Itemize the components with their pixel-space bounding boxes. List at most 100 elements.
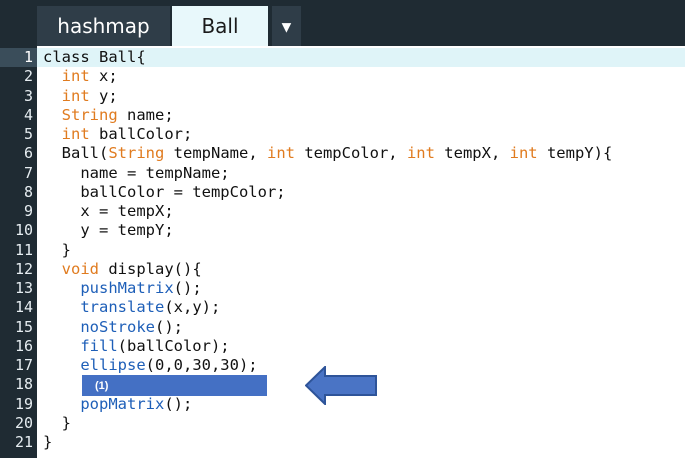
code-token: display(){ <box>99 259 202 278</box>
code-line[interactable]: 5 int ballColor; <box>0 125 685 144</box>
code-text: ellipse(0,0,30,30); <box>43 356 258 375</box>
code-token: x; <box>89 67 118 86</box>
code-token: tempName, <box>164 144 267 163</box>
code-token: tempX, <box>434 144 510 163</box>
code-text: class Ball{ <box>43 48 146 67</box>
code-text: translate(x,y); <box>43 298 220 317</box>
code-text: } <box>43 414 71 433</box>
function-token: popMatrix <box>80 394 165 413</box>
code-line[interactable]: 6 Ball(String tempName, int tempColor, i… <box>0 144 685 163</box>
code-token: y = tempY; <box>43 221 174 240</box>
code-line[interactable]: 3 int y; <box>0 87 685 106</box>
code-text: } <box>43 433 52 452</box>
keyword-token: int <box>61 67 90 86</box>
code-text: popMatrix(); <box>43 395 192 414</box>
keyword-token: int <box>406 144 435 163</box>
code-line[interactable]: 2 int x; <box>0 67 685 86</box>
line-number: 10 <box>14 221 33 240</box>
blank-marker-label: (1) <box>95 379 109 392</box>
code-token: } <box>43 433 53 451</box>
keyword-token: int <box>266 144 295 163</box>
line-number: 12 <box>14 259 33 278</box>
function-token: noStroke <box>80 317 155 336</box>
line-number: 4 <box>23 105 33 124</box>
code-line[interactable]: 14 translate(x,y); <box>0 298 685 317</box>
function-token: fill <box>80 336 118 355</box>
line-number: 19 <box>14 394 33 413</box>
code-line[interactable]: 16 fill(ballColor); <box>0 337 685 356</box>
code-token: Ball( <box>43 144 109 163</box>
code-token: x = tempX; <box>43 202 174 220</box>
code-line[interactable]: 9 x = tempX; <box>0 202 685 221</box>
code-token: tempY){ <box>537 144 613 163</box>
tab-ball[interactable]: Ball <box>172 6 268 46</box>
code-line[interactable]: 11 } <box>0 241 685 260</box>
code-text: name = tempName; <box>43 163 230 183</box>
keyword-token: int <box>61 125 90 143</box>
line-number: 7 <box>23 163 33 182</box>
tab-hashmap[interactable]: hashmap <box>37 6 170 46</box>
left-arrow-icon <box>305 366 377 405</box>
blank-marker-1: (1) <box>82 375 267 396</box>
function-token: ellipse <box>80 356 146 374</box>
line-number: 16 <box>14 336 33 355</box>
code-token: (ballColor); <box>117 336 230 355</box>
code-token: name; <box>117 105 174 124</box>
code-line[interactable]: 15 noStroke(); <box>0 318 685 337</box>
code-text: Ball(String tempName, int tempColor, int… <box>43 144 613 163</box>
line-number: 8 <box>23 182 33 201</box>
line-number: 1 <box>0 48 37 68</box>
line-number: 18 <box>14 375 33 394</box>
function-token: translate <box>80 298 165 317</box>
code-text: } <box>43 241 71 260</box>
code-line[interactable]: 20 } <box>0 414 685 433</box>
code-token: ballColor; <box>89 125 193 143</box>
code-text: x = tempX; <box>43 202 174 221</box>
code-token: ballColor = tempColor; <box>43 182 286 201</box>
code-text: fill(ballColor); <box>43 336 230 356</box>
code-line[interactable]: 7 name = tempName; <box>0 164 685 183</box>
code-token: } <box>43 240 71 259</box>
code-text: String name; <box>43 106 174 125</box>
code-token: (); <box>154 317 183 336</box>
code-token: class Ball{ <box>43 48 146 66</box>
keyword-token: void <box>61 259 99 278</box>
code-line[interactable]: 4 String name; <box>0 106 685 125</box>
line-number: 3 <box>23 86 33 105</box>
keyword-token: int <box>61 86 90 105</box>
code-token: (0,0,30,30); <box>145 356 258 374</box>
keyword-token: String <box>108 144 165 163</box>
keyword-token: String <box>61 105 118 124</box>
tab-menu-dropdown-icon[interactable]: ▼ <box>272 6 301 46</box>
code-line[interactable]: 12 void display(){ <box>0 260 685 279</box>
code-token: (x,y); <box>164 298 221 317</box>
code-line[interactable]: 1 class Ball{ <box>0 48 685 68</box>
code-line[interactable]: 21} <box>0 433 685 452</box>
line-number: 15 <box>14 317 33 336</box>
code-text: ballColor = tempColor; <box>43 182 286 202</box>
code-line[interactable]: 13 pushMatrix(); <box>0 279 685 298</box>
line-number: 11 <box>14 240 33 259</box>
code-text: y = tempY; <box>43 221 174 240</box>
line-number: 17 <box>14 356 33 374</box>
line-number: 13 <box>14 279 33 297</box>
code-text: int x; <box>43 67 118 86</box>
code-line[interactable]: 8 ballColor = tempColor; <box>0 183 685 202</box>
code-token: name = tempName; <box>43 163 230 182</box>
line-number: 2 <box>23 67 33 86</box>
line-number: 21 <box>14 433 33 451</box>
code-token: y; <box>89 86 118 105</box>
tab-bar: hashmap Ball ▼ <box>0 0 685 46</box>
code-line[interactable]: 10 y = tempY; <box>0 221 685 240</box>
code-text: void display(){ <box>43 260 202 279</box>
code-token: (); <box>173 279 202 297</box>
